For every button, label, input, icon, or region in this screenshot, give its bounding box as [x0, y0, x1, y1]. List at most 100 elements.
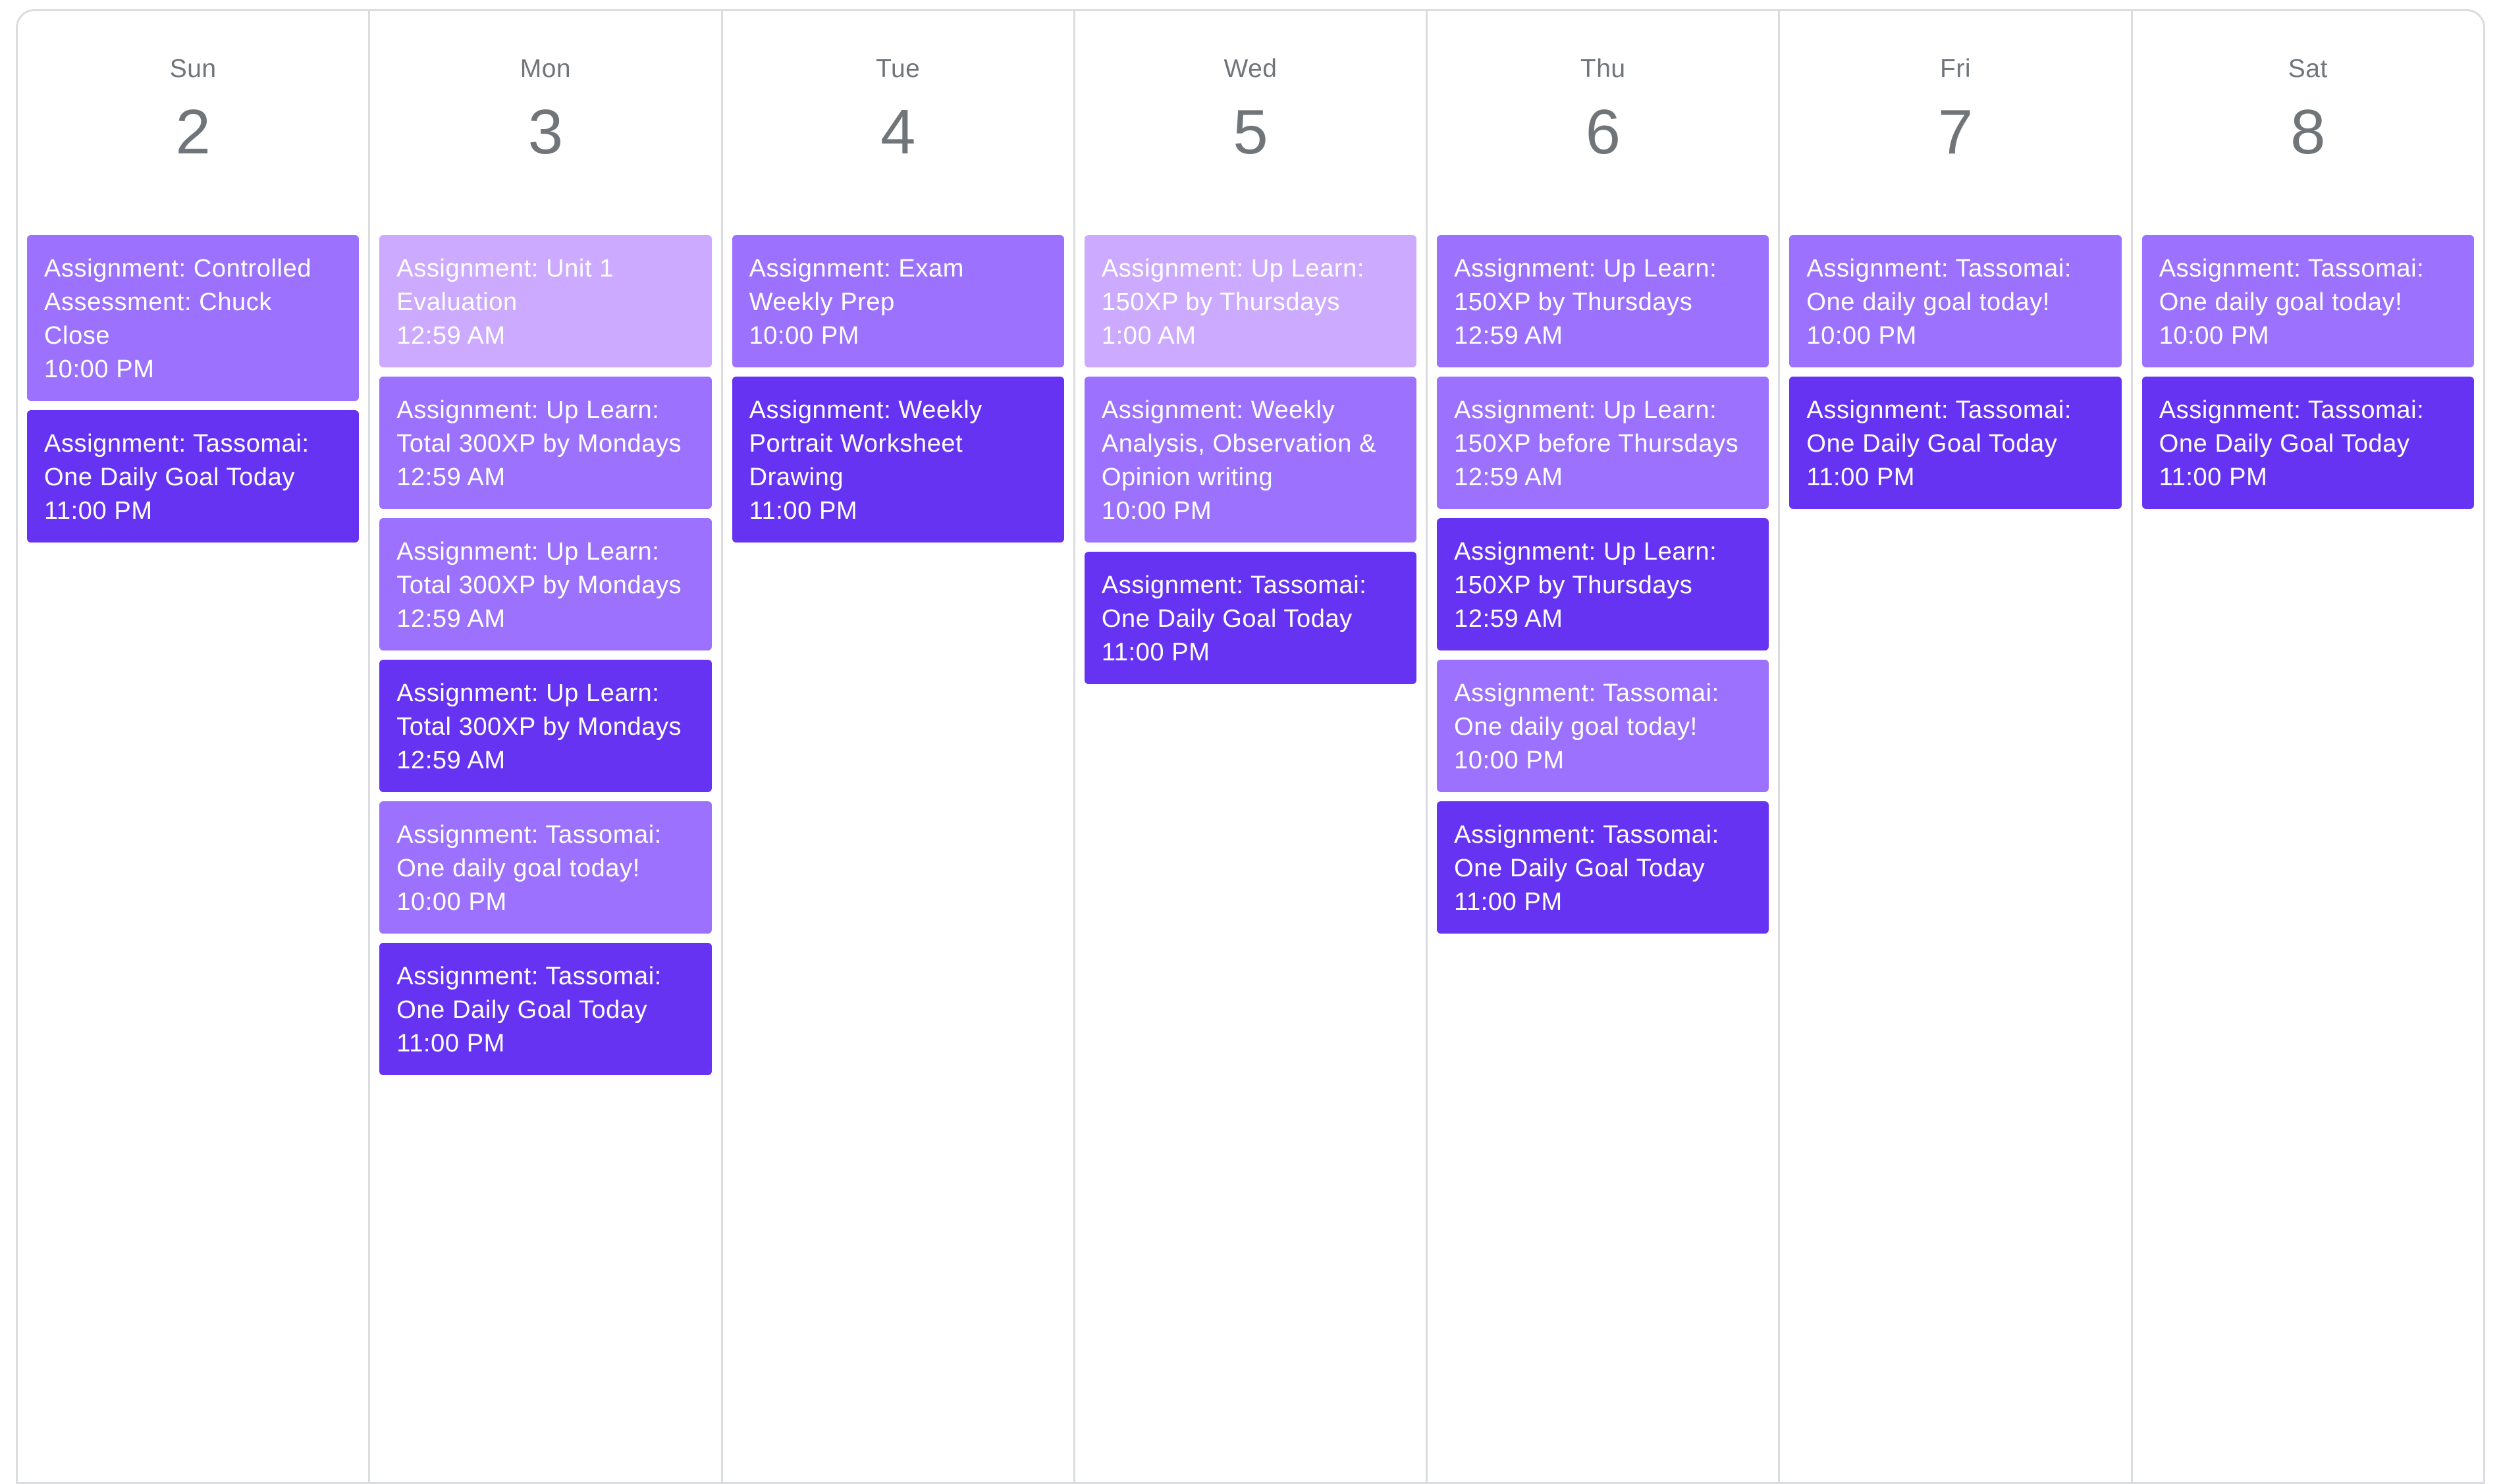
event-title: Assignment: Up Learn: 150XP by Thursdays: [1454, 255, 1717, 316]
day-name: Thu: [1580, 55, 1626, 83]
event-card[interactable]: Assignment: Exam Weekly Prep 10:00 PM: [732, 235, 1064, 367]
event-title: Assignment: Exam Weekly Prep: [749, 255, 964, 316]
event-time: 10:00 PM: [1806, 322, 1917, 350]
event-time: 12:59 AM: [396, 605, 506, 633]
event-title: Assignment: Unit 1 Evaluation: [396, 255, 614, 316]
event-time: 10:00 PM: [1101, 497, 1212, 525]
day-column-tue: Tue 4 Assignment: Exam Weekly Prep 10:00 PM…: [723, 11, 1075, 1482]
event-card[interactable]: Assignment: Tassomai: One daily goal tod…: [1789, 235, 2122, 367]
event-time: 11:00 PM: [396, 1030, 505, 1057]
event-title: Assignment: Tassomai: One daily goal tod…: [1806, 255, 2072, 316]
event-list: Assignment: Up Learn: 150XP by Thursdays…: [1075, 235, 1426, 684]
event-list: Assignment: Tassomai: One daily goal tod…: [1780, 235, 2130, 509]
day-header: Mon 3: [370, 11, 720, 235]
event-card[interactable]: Assignment: Tassomai: One Daily Goal Tod…: [379, 943, 712, 1075]
event-title: Assignment: Tassomai: One daily goal tod…: [2159, 255, 2425, 316]
day-header: Tue 4: [723, 11, 1073, 235]
event-card[interactable]: Assignment: Tassomai: One daily goal tod…: [379, 801, 712, 934]
event-card[interactable]: Assignment: Tassomai: One daily goal tod…: [2141, 235, 2474, 367]
event-card[interactable]: Assignment: Tassomai: One Daily Goal Tod…: [1789, 377, 2122, 509]
day-name: Wed: [1224, 55, 1277, 83]
event-time: 10:00 PM: [396, 888, 507, 916]
event-time: 10:00 PM: [1454, 747, 1565, 774]
event-title: Assignment: Tassomai: One Daily Goal Tod…: [2159, 396, 2425, 458]
event-time: 11:00 PM: [44, 497, 153, 525]
event-card[interactable]: Assignment: Up Learn: 150XP before Thurs…: [1437, 377, 1769, 509]
day-name: Mon: [520, 55, 572, 83]
week-calendar: Sun 2 Assignment: Controlled Assessment: C…: [16, 9, 2485, 1484]
event-title: Assignment: Weekly Analysis, Observation…: [1101, 396, 1377, 491]
day-column-thu: Thu 6 Assignment: Up Learn: 150XP by Thurs…: [1428, 11, 1781, 1482]
event-time: 11:00 PM: [1454, 888, 1563, 916]
event-time: 10:00 PM: [749, 322, 860, 350]
event-time: 12:59 AM: [396, 747, 506, 774]
day-number[interactable]: 7: [1780, 101, 2130, 164]
event-time: 11:00 PM: [749, 497, 858, 525]
event-time: 1:00 AM: [1101, 322, 1197, 350]
event-card[interactable]: Assignment: Up Learn: Total 300XP by Mon…: [379, 660, 712, 792]
event-list: Assignment: Tassomai: One daily goal tod…: [2133, 235, 2483, 509]
event-list: Assignment: Up Learn: 150XP by Thursdays…: [1428, 235, 1778, 934]
event-time: 12:59 AM: [1454, 605, 1563, 633]
day-number[interactable]: 6: [1428, 101, 1778, 164]
event-list: Assignment: Exam Weekly Prep 10:00 PM Assi…: [723, 235, 1073, 543]
event-title: Assignment: Tassomai: One Daily Goal Tod…: [1806, 396, 2072, 458]
event-list: Assignment: Unit 1 Evaluation 12:59 AM Ass…: [370, 235, 720, 1075]
day-name: Sat: [2288, 55, 2328, 83]
day-header: Thu 6: [1428, 11, 1778, 235]
event-card[interactable]: Assignment: Controlled Assessment: Chuck…: [27, 235, 360, 401]
event-card[interactable]: Assignment: Up Learn: Total 300XP by Mon…: [379, 377, 712, 509]
event-card[interactable]: Assignment: Weekly Portrait Worksheet Dr…: [732, 377, 1064, 543]
day-header: Wed 5: [1075, 11, 1426, 235]
event-time: 12:59 AM: [1454, 464, 1563, 491]
event-title: Assignment: Controlled Assessment: Chuck…: [44, 255, 312, 350]
event-title: Assignment: Up Learn: Total 300XP by Mon…: [396, 679, 682, 741]
event-title: Assignment: Up Learn: 150XP by Thursdays: [1101, 255, 1364, 316]
event-card[interactable]: Assignment: Unit 1 Evaluation 12:59 AM: [379, 235, 712, 367]
event-card[interactable]: Assignment: Tassomai: One Daily Goal Tod…: [27, 410, 360, 543]
event-card[interactable]: Assignment: Up Learn: 150XP by Thursdays…: [1437, 518, 1769, 650]
day-header: Fri 7: [1780, 11, 2130, 235]
event-card[interactable]: Assignment: Tassomai: One daily goal tod…: [1437, 660, 1769, 792]
day-number[interactable]: 4: [723, 101, 1073, 164]
event-time: 12:59 AM: [396, 464, 506, 491]
event-title: Assignment: Up Learn: Total 300XP by Mon…: [396, 538, 682, 599]
event-title: Assignment: Tassomai: One Daily Goal Tod…: [44, 430, 309, 491]
day-number[interactable]: 3: [370, 101, 720, 164]
day-column-fri: Fri 7 Assignment: Tassomai: One daily goal…: [1780, 11, 2133, 1482]
event-title: Assignment: Up Learn: Total 300XP by Mon…: [396, 396, 682, 458]
event-title: Assignment: Up Learn: 150XP by Thursdays: [1454, 538, 1717, 599]
event-time: 11:00 PM: [1806, 464, 1916, 491]
day-name: Sun: [169, 55, 217, 83]
day-number[interactable]: 5: [1075, 101, 1426, 164]
event-card[interactable]: Assignment: Up Learn: 150XP by Thursdays…: [1437, 235, 1769, 367]
event-card[interactable]: Assignment: Up Learn: Total 300XP by Mon…: [379, 518, 712, 650]
day-number[interactable]: 8: [2133, 101, 2483, 164]
event-card[interactable]: Assignment: Tassomai: One Daily Goal Tod…: [2141, 377, 2474, 509]
event-title: Assignment: Tassomai: One Daily Goal Tod…: [1454, 821, 1719, 882]
day-name: Tue: [876, 55, 921, 83]
day-column-wed: Wed 5 Assignment: Up Learn: 150XP by Thurs…: [1075, 11, 1428, 1482]
day-header: Sun 2: [18, 11, 368, 235]
event-time: 12:59 AM: [1454, 322, 1563, 350]
event-time: 10:00 PM: [44, 356, 155, 383]
event-title: Assignment: Tassomai: One daily goal tod…: [396, 821, 662, 882]
event-time: 10:00 PM: [2159, 322, 2270, 350]
event-title: Assignment: Tassomai: One daily goal tod…: [1454, 679, 1719, 741]
event-card[interactable]: Assignment: Up Learn: 150XP by Thursdays…: [1084, 235, 1417, 367]
day-column-sun: Sun 2 Assignment: Controlled Assessment: C…: [18, 11, 371, 1482]
event-card[interactable]: Assignment: Tassomai: One Daily Goal Tod…: [1437, 801, 1769, 934]
day-name: Fri: [1940, 55, 1972, 83]
day-number[interactable]: 2: [18, 101, 368, 164]
day-column-sat: Sat 8 Assignment: Tassomai: One daily goal…: [2133, 11, 2483, 1482]
event-time: 12:59 AM: [396, 322, 506, 350]
event-title: Assignment: Up Learn: 150XP before Thurs…: [1454, 396, 1739, 458]
event-list: Assignment: Controlled Assessment: Chuck…: [18, 235, 368, 543]
day-column-mon: Mon 3 Assignment: Unit 1 Evaluation 12:59 A…: [370, 11, 723, 1482]
event-time: 11:00 PM: [1101, 639, 1210, 666]
event-title: Assignment: Weekly Portrait Worksheet Dr…: [749, 396, 982, 491]
event-card[interactable]: Assignment: Tassomai: One Daily Goal Tod…: [1084, 552, 1417, 684]
day-header: Sat 8: [2133, 11, 2483, 235]
event-card[interactable]: Assignment: Weekly Analysis, Observation…: [1084, 377, 1417, 543]
event-title: Assignment: Tassomai: One Daily Goal Tod…: [1101, 571, 1367, 633]
